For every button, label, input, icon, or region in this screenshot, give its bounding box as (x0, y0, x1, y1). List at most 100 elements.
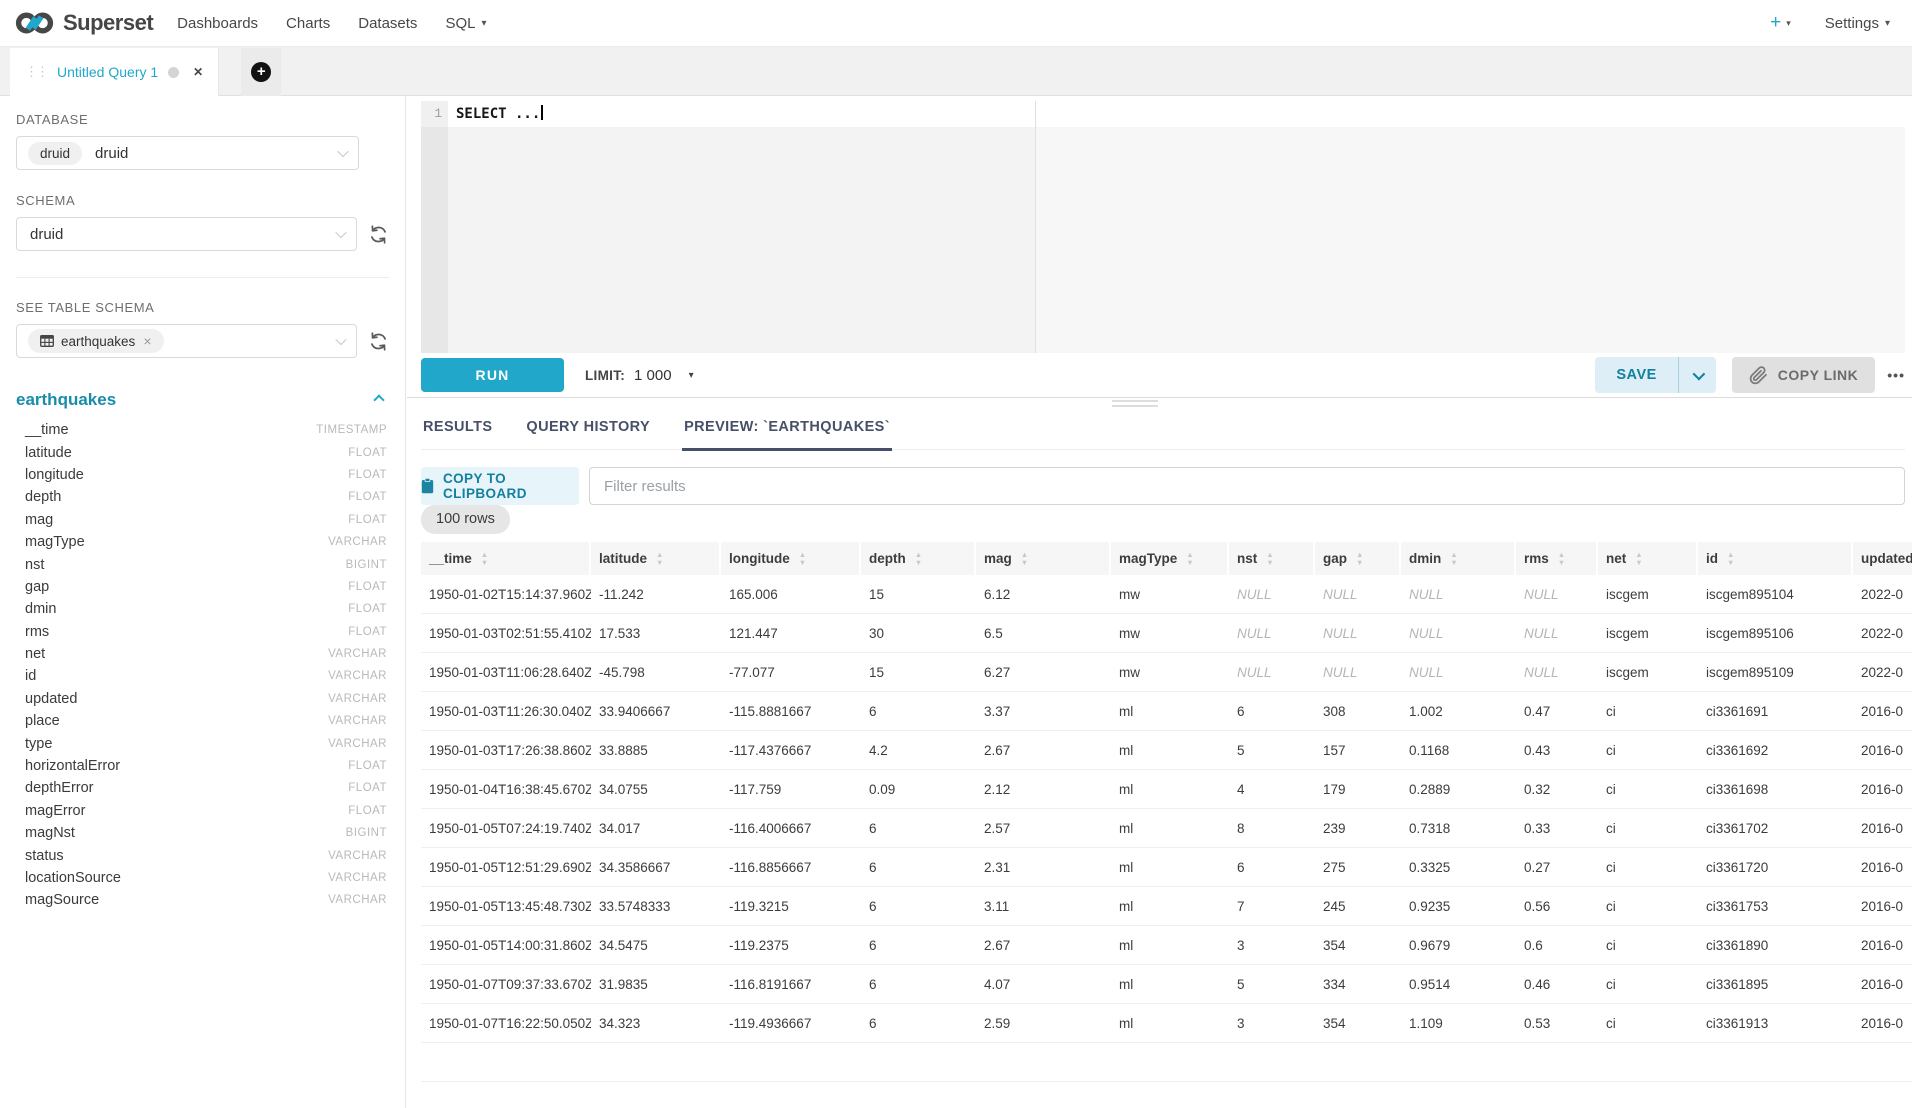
column-header-longitude[interactable]: longitude▲▼ (721, 542, 861, 575)
sort-icon[interactable]: ▲▼ (1635, 551, 1642, 565)
column-header-gap[interactable]: gap▲▼ (1315, 542, 1401, 575)
table-cell: 6 (861, 938, 976, 953)
new-item-menu[interactable]: + ▾ (1770, 12, 1791, 34)
table-cell: -119.2375 (721, 938, 861, 953)
table-cell: 6 (1229, 860, 1315, 875)
table-cell: 0.7318 (1401, 821, 1516, 836)
table-cell: 0.6 (1516, 938, 1598, 953)
sort-icon[interactable]: ▲▼ (1021, 551, 1028, 565)
save-button[interactable]: SAVE (1595, 357, 1677, 393)
table-cell: 4.2 (861, 743, 976, 758)
database-select[interactable]: druid druid (16, 136, 359, 170)
schema-value: druid (30, 226, 63, 243)
superset-infinity-icon (14, 9, 56, 37)
collapse-table-icon[interactable] (373, 394, 384, 405)
column-header-label: rms (1524, 551, 1549, 566)
more-actions-button[interactable]: ••• (1887, 367, 1905, 383)
tab-close-icon[interactable]: ✕ (193, 65, 203, 79)
column-header-label: latitude (599, 551, 647, 566)
table-select[interactable]: earthquakes × (16, 324, 357, 358)
superset-logo[interactable]: Superset (14, 9, 153, 37)
schema-column-row: statusVARCHAR (16, 844, 389, 866)
table-cell: -45.798 (591, 665, 721, 680)
text-cursor (541, 105, 543, 120)
schema-column-type: FLOAT (348, 469, 387, 481)
nav-item-datasets[interactable]: Datasets (344, 15, 431, 32)
schema-select[interactable]: druid (16, 217, 357, 251)
table-row: 1950-01-03T17:26:38.860Z33.8885-117.4376… (421, 731, 1912, 770)
column-header-mag[interactable]: mag▲▼ (976, 542, 1111, 575)
remove-table-icon[interactable]: × (143, 333, 151, 349)
tab-results[interactable]: RESULTS (421, 405, 494, 449)
sql-editor[interactable]: 1 SELECT ... (421, 101, 1905, 353)
tab-query-history[interactable]: QUERY HISTORY (524, 405, 652, 449)
copy-to-clipboard-button[interactable]: COPY TO CLIPBOARD (421, 467, 579, 505)
table-cell: ci (1598, 860, 1698, 875)
column-header-net[interactable]: net▲▼ (1598, 542, 1698, 575)
filter-results-input[interactable] (589, 467, 1905, 505)
nav-item-dashboards[interactable]: Dashboards (163, 15, 272, 32)
column-header-magType[interactable]: magType▲▼ (1111, 542, 1229, 575)
tab-drag-handle-icon[interactable]: ⋮⋮ (25, 64, 47, 80)
refresh-schemas-button[interactable] (368, 224, 389, 245)
schema-column-row: horizontalErrorFLOAT (16, 755, 389, 777)
sort-icon[interactable]: ▲▼ (656, 551, 663, 565)
column-header-dmin[interactable]: dmin▲▼ (1401, 542, 1516, 575)
sort-icon[interactable]: ▲▼ (799, 551, 806, 565)
tab-untitled-query-1[interactable]: ⋮⋮ Untitled Query 1 ✕ (10, 48, 219, 96)
sort-icon[interactable]: ▲▼ (1558, 551, 1565, 565)
schema-column-name: magType (25, 534, 85, 550)
table-cell: 3 (1229, 1016, 1315, 1031)
table-cell: 0.46 (1516, 977, 1598, 992)
column-header-latitude[interactable]: latitude ▲▼ (591, 542, 721, 575)
table-cell: iscgem (1598, 626, 1698, 641)
column-header-label: __time (429, 551, 472, 566)
nav-right: + ▾ Settings ▾ (1770, 12, 1890, 34)
nav-item-charts[interactable]: Charts (272, 15, 344, 32)
table-cell: ci3361691 (1698, 704, 1853, 719)
table-cell: ci3361698 (1698, 782, 1853, 797)
table-cell: ml (1111, 743, 1229, 758)
tab-preview-earthquakes[interactable]: PREVIEW: `EARTHQUAKES` (682, 405, 892, 449)
column-header-rms[interactable]: rms ▲▼ (1516, 542, 1598, 575)
table-cell: 0.09 (861, 782, 976, 797)
schema-column-name: status (25, 848, 64, 864)
sort-icon[interactable]: ▲▼ (1356, 551, 1363, 565)
table-cell: NULL (1401, 665, 1516, 680)
column-header-updated[interactable]: updated▲▼ (1853, 542, 1912, 575)
limit-control[interactable]: LIMIT: 1 000 ▾ (585, 367, 694, 384)
editor-gutter: 1 (421, 101, 448, 353)
settings-menu[interactable]: Settings ▾ (1825, 15, 1890, 32)
sort-icon[interactable]: ▲▼ (1186, 551, 1193, 565)
table-cell: ml (1111, 977, 1229, 992)
schema-column-row: depthFLOAT (16, 486, 389, 508)
sort-icon[interactable]: ▲▼ (481, 551, 488, 565)
sql-code-line: SELECT ... (456, 101, 543, 127)
refresh-tables-button[interactable] (368, 331, 389, 352)
sort-icon[interactable]: ▲▼ (1450, 551, 1457, 565)
table-cell: 165.006 (721, 587, 861, 602)
new-tab-button[interactable]: + (241, 48, 281, 96)
column-header-nst[interactable]: nst▲▼ (1229, 542, 1315, 575)
table-cell: iscgem (1598, 665, 1698, 680)
run-button[interactable]: RUN (421, 358, 564, 392)
sort-icon[interactable]: ▲▼ (1727, 551, 1734, 565)
save-options-button[interactable] (1679, 357, 1716, 393)
column-header-time[interactable]: __time ▲▼ (421, 542, 591, 575)
schema-column-row: magNstBIGINT (16, 822, 389, 844)
table-cell: 2016-0 (1853, 938, 1912, 953)
schema-column-name: gap (25, 579, 49, 595)
schema-column-row: typeVARCHAR (16, 732, 389, 754)
table-cell: iscgem895106 (1698, 626, 1853, 641)
table-cell: 6 (861, 704, 976, 719)
sort-icon[interactable]: ▲▼ (915, 551, 922, 565)
line-number: 1 (421, 101, 448, 127)
copy-link-button[interactable]: COPY LINK (1732, 357, 1875, 393)
column-header-depth[interactable]: depth▲▼ (861, 542, 976, 575)
nav-item-sql[interactable]: SQL ▾ (431, 15, 500, 32)
sort-icon[interactable]: ▲▼ (1266, 551, 1273, 565)
schema-column-name: net (25, 646, 45, 662)
schema-column-type: VARCHAR (328, 715, 387, 727)
column-header-id[interactable]: id▲▼ (1698, 542, 1853, 575)
table-cell: mw (1111, 626, 1229, 641)
